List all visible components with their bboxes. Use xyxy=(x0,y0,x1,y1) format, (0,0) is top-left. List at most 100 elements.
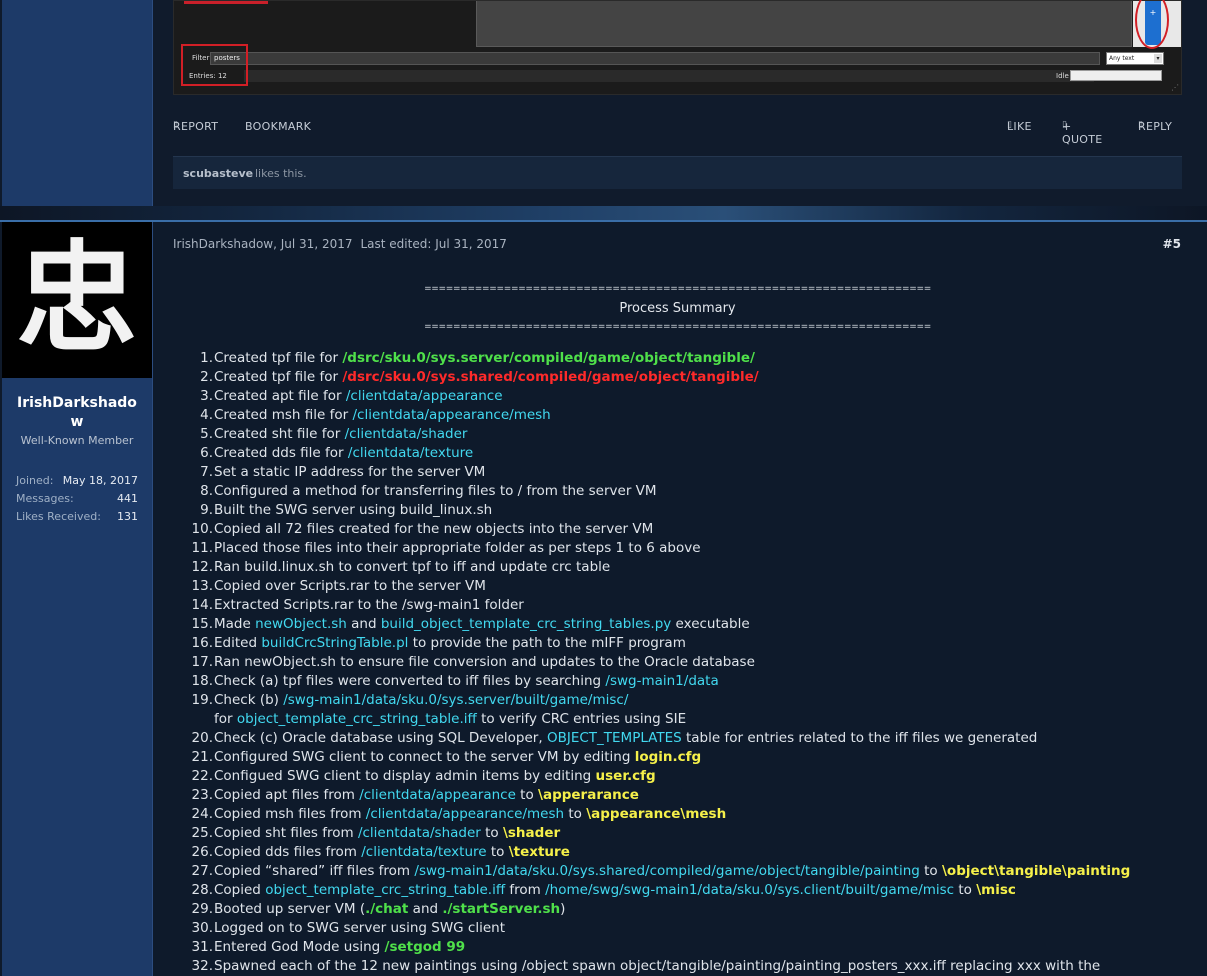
step-text: to xyxy=(564,806,587,822)
step-text: Ran newObject.sh to ensure file conversi… xyxy=(214,654,755,670)
idle-label: Idle xyxy=(1056,72,1069,80)
step-path: ./chat xyxy=(365,901,409,917)
list-item: 29. Booted up server VM (./chat and ./sta… xyxy=(173,900,1203,919)
step-text: for xyxy=(214,711,237,727)
summary-header: ========================================… xyxy=(173,280,1182,337)
step-text: to verify CRC entries using SIE xyxy=(476,711,687,727)
step-path: /clientdata/appearance/mesh xyxy=(352,407,551,423)
step-path: \shader xyxy=(502,825,561,841)
step-number: 4. xyxy=(200,407,213,423)
step-path: /setgod 99 xyxy=(384,939,466,955)
list-item: 9. Built the SWG server using build_linux… xyxy=(173,501,1203,520)
step-text: from xyxy=(505,882,546,898)
step-content: Created msh file for /clientdata/appeara… xyxy=(214,406,551,425)
author-username[interactable]: IrishDarkshadow xyxy=(2,394,152,432)
step-path: object_template_crc_string_table.iff xyxy=(265,882,506,898)
stat-label: Likes Received: xyxy=(16,510,101,523)
step-path: /dsrc/sku.0/sys.shared/compiled/game/obj… xyxy=(342,369,759,385)
step-content: Created dds file for /clientdata/texture xyxy=(214,444,473,463)
idle-progress xyxy=(1070,70,1162,81)
post-number[interactable]: #5 xyxy=(1163,237,1181,251)
list-item: 30. Logged on to SWG server using SWG cli… xyxy=(173,919,1203,938)
step-content: Copied “shared” iff files from /swg-main… xyxy=(214,862,1130,881)
step-number: 6. xyxy=(200,445,213,461)
step-path: \misc xyxy=(976,882,1016,898)
list-item: 20. Check (c) Oracle database using SQL D… xyxy=(173,729,1203,748)
step-text: Copied “shared” iff files from xyxy=(214,863,415,879)
author-stats: Joined: May 18, 2017 Messages: 441 Likes… xyxy=(16,474,138,528)
red-highlight-box xyxy=(181,44,248,86)
author-sidebar: 忠 IrishDarkshadow Well-Known Member Join… xyxy=(2,222,153,976)
step-text: Entered God Mode using xyxy=(214,939,385,955)
stat-label: Messages: xyxy=(16,492,74,505)
step-content: Made newObject.sh and build_object_templ… xyxy=(214,615,750,634)
step-content: Placed those files into their appropriat… xyxy=(214,539,701,558)
step-text: Extracted Scripts.rar to the /swg-main1 … xyxy=(214,597,524,613)
step-path: buildCrcStringTable.pl xyxy=(261,635,409,651)
step-number: 27. xyxy=(191,863,213,879)
step-content: Copied dds files from /clientdata/textur… xyxy=(214,843,570,862)
step-text: Placed those files into their appropriat… xyxy=(214,540,701,556)
list-item: 17. Ran newObject.sh to ensure file conve… xyxy=(173,653,1203,672)
step-text: Created msh file for xyxy=(214,407,353,423)
list-item: 26. Copied dds files from /clientdata/tex… xyxy=(173,843,1203,862)
step-text: to xyxy=(919,863,942,879)
red-highlight-top xyxy=(184,1,268,4)
filter-select-value: Any text xyxy=(1109,55,1135,62)
step-text: to xyxy=(954,882,977,898)
step-path: /clientdata/appearance/mesh xyxy=(365,806,565,822)
step-text: Edited xyxy=(214,635,262,651)
step-content: Spawned each of the 12 new paintings usi… xyxy=(214,957,1100,976)
liker-username[interactable]: scubasteve xyxy=(183,167,253,180)
step-text: Check (c) Oracle database using SQL Deve… xyxy=(214,730,547,746)
step-content: Copied over Scripts.rar to the server VM xyxy=(214,577,486,596)
forum-page: + Filter posters Any text ▾ Entries: 12 … xyxy=(0,0,1207,976)
list-item: 7. Set a static IP address for the server… xyxy=(173,463,1203,482)
step-text: executable xyxy=(671,616,750,632)
screenshot-list-panel xyxy=(476,1,1132,47)
list-item: 13. Copied over Scripts.rar to the server… xyxy=(173,577,1203,596)
stat-label: Joined: xyxy=(16,474,54,487)
step-number: 1. xyxy=(200,350,213,366)
list-item: 21. Configured SWG client to connect to t… xyxy=(173,748,1203,767)
likes-text: likes this. xyxy=(255,167,307,180)
previous-post-sidebar xyxy=(2,0,153,206)
list-item: 19. Check (b) /swg-main1/data/sku.0/sys.s… xyxy=(173,691,1203,729)
post-author-date[interactable]: IrishDarkshadow, Jul 31, 2017 xyxy=(173,237,352,251)
list-item: 5. Created sht file for /clientdata/shade… xyxy=(173,425,1203,444)
step-text: Copied sht files from xyxy=(214,825,358,841)
step-number: 16. xyxy=(191,635,213,651)
step-content: Copied all 72 files created for the new … xyxy=(214,520,653,539)
list-item: 27. Copied “shared” iff files from /swg-m… xyxy=(173,862,1203,881)
step-text: Copied apt files from xyxy=(214,787,360,803)
step-number: 23. xyxy=(191,787,213,803)
step-text: Set a static IP address for the server V… xyxy=(214,464,486,480)
stat-value: May 18, 2017 xyxy=(62,474,138,487)
step-content: Configued SWG client to display admin it… xyxy=(214,767,656,786)
step-path: object_template_crc_string_table.iff xyxy=(236,711,477,727)
step-text: Created tpf file for xyxy=(214,350,343,366)
step-path: \apperarance xyxy=(538,787,639,803)
step-text: Copied msh files from xyxy=(214,806,366,822)
step-number: 20. xyxy=(191,730,213,746)
step-text: Created dds file for xyxy=(214,445,348,461)
step-path: /dsrc/sku.0/sys.server/compiled/game/obj… xyxy=(342,350,755,366)
step-number: 9. xyxy=(200,502,213,518)
stat-messages: Messages: 441 xyxy=(16,492,138,510)
list-item: 11. Placed those files into their appropr… xyxy=(173,539,1203,558)
step-path: /clientdata/shader xyxy=(344,426,468,442)
step-text: Created apt file for xyxy=(214,388,346,404)
stat-value[interactable]: 441 xyxy=(117,492,138,505)
embedded-screenshot[interactable]: + Filter posters Any text ▾ Entries: 12 … xyxy=(173,0,1182,95)
avatar[interactable]: 忠 xyxy=(2,222,152,378)
step-number: 29. xyxy=(191,901,213,917)
step-path: \appearance\mesh xyxy=(586,806,727,822)
step-content: Extracted Scripts.rar to the /swg-main1 … xyxy=(214,596,524,615)
step-path: \object\tangible\painting xyxy=(941,863,1131,879)
list-item: 16. Edited buildCrcStringTable.pl to prov… xyxy=(173,634,1203,653)
step-text: Copied xyxy=(214,882,266,898)
bookmark-link[interactable]: BOOKMARK xyxy=(245,120,311,133)
step-number: 14. xyxy=(191,597,213,613)
step-text: Copied dds files from xyxy=(214,844,362,860)
step-content: Ran build.linux.sh to convert tpf to iff… xyxy=(214,558,610,577)
